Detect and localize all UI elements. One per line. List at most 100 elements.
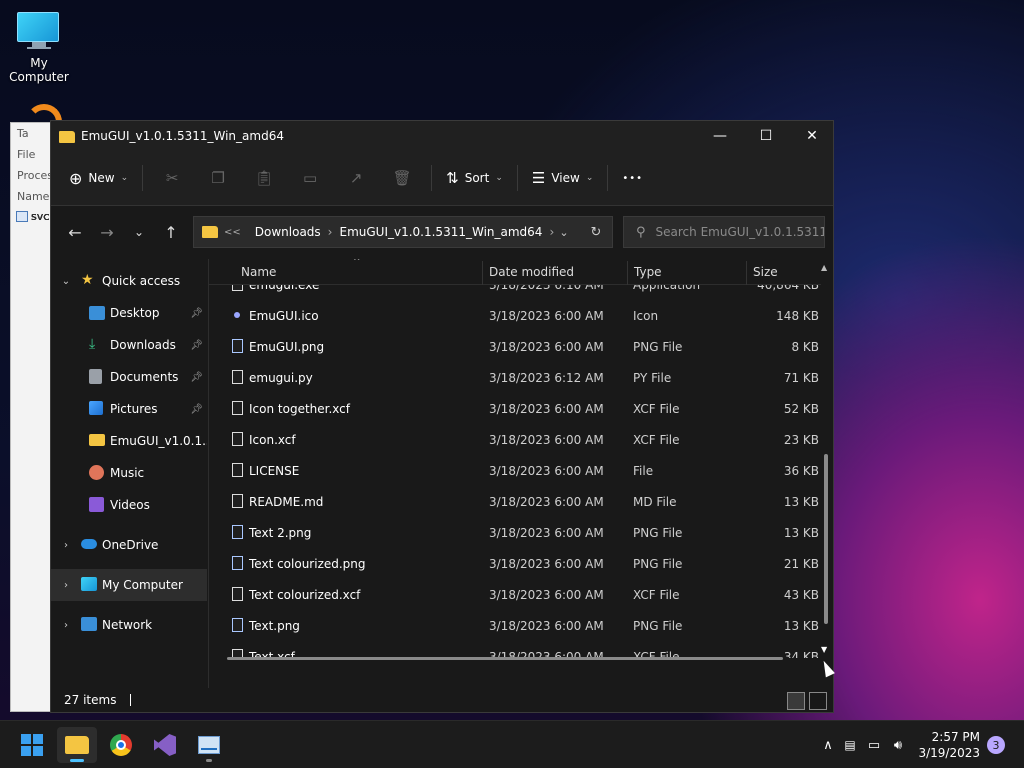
command-bar: ⊕ New ⌄ ✂ ❐ 📋︎ ▭ ↗ 🗑︎ ⇅ Sort ⌄ ☰ View ⌄ …	[51, 151, 833, 206]
address-overflow[interactable]: <<	[224, 227, 241, 238]
chevron-right-icon[interactable]: ›	[59, 580, 73, 591]
column-header-size[interactable]: Size	[753, 265, 778, 279]
volume-icon[interactable]: 🔊︎	[886, 738, 910, 753]
address-dropdown-icon[interactable]: ⌄	[548, 226, 580, 239]
sort-button[interactable]: ⇅ Sort ⌄	[438, 161, 511, 195]
network-status-icon[interactable]: ▭	[862, 738, 886, 753]
file-date: 3/18/2023 6:00 AM	[489, 464, 604, 478]
chevron-right-icon[interactable]: ›	[59, 540, 73, 551]
recent-chevron-icon[interactable]: ⌄	[123, 216, 155, 248]
breadcrumb-downloads[interactable]: Downloads	[255, 225, 321, 239]
refresh-icon[interactable]: ↻	[580, 225, 612, 240]
forward-arrow-icon[interactable]: →	[91, 216, 123, 248]
delete-icon[interactable]: 🗑︎	[387, 163, 417, 193]
scroll-up-icon[interactable]: ▲	[821, 263, 827, 272]
nav-item-my-computer[interactable]: › My Computer	[51, 569, 207, 601]
copy-icon[interactable]: ❐	[203, 163, 233, 193]
taskbar-chrome[interactable]	[101, 727, 141, 763]
close-button[interactable]: ✕	[789, 121, 835, 151]
icon-file-icon	[234, 312, 240, 318]
clock[interactable]: 2:57 PM 3/19/2023	[918, 729, 980, 761]
file-row[interactable]: EmuGUI.ico 3/18/2023 6:00 AM Icon 148 KB	[209, 301, 821, 332]
large-icons-view-icon[interactable]	[809, 692, 827, 710]
nav-quick-access[interactable]: ⌄ ★ Quick access	[51, 265, 207, 297]
breadcrumb-chevron-icon[interactable]: ›	[328, 225, 333, 239]
nav-item-desktop[interactable]: Desktop 📌︎	[51, 297, 207, 329]
visual-studio-icon	[154, 734, 176, 756]
chevron-down-icon[interactable]: ⌄	[59, 276, 73, 287]
scroll-down-icon[interactable]: ▼	[821, 645, 827, 654]
up-arrow-icon[interactable]: ↑	[155, 216, 187, 248]
nav-label: OneDrive	[102, 538, 159, 552]
file-row[interactable]: README.md 3/18/2023 6:00 AM MD File 13 KB	[209, 487, 821, 518]
file-row[interactable]: emugui.exe 3/18/2023 6:10 AM Application 40…	[209, 285, 821, 301]
nav-item-pictures[interactable]: Pictures 📌︎	[51, 393, 207, 425]
back-arrow-icon[interactable]: ←	[59, 216, 91, 248]
videos-icon	[89, 497, 104, 512]
file-row[interactable]: LICENSE 3/18/2023 6:00 AM File 36 KB	[209, 456, 821, 487]
keyboard-icon[interactable]: ▤	[838, 738, 862, 752]
nav-label: Network	[102, 618, 153, 632]
nav-item-documents[interactable]: Documents 📌︎	[51, 361, 207, 393]
breadcrumb-current-folder[interactable]: EmuGUI_v1.0.1.5311_Win_amd64	[339, 225, 542, 239]
chevron-right-icon[interactable]: ›	[59, 620, 73, 631]
details-view-icon[interactable]	[787, 692, 805, 710]
bg-process-name: svc	[31, 210, 50, 223]
file-row[interactable]: Text.xcf 3/18/2023 6:00 AM XCF File 34 KB	[209, 642, 821, 658]
new-button[interactable]: ⊕ New ⌄	[61, 161, 136, 195]
minimize-button[interactable]: —	[697, 121, 743, 151]
address-bar-row: ← → ⌄ ↑ << Downloads › EmuGUI_v1.0.1.531…	[51, 206, 833, 258]
notification-badge[interactable]: 3	[987, 736, 1005, 754]
file-row[interactable]: Text colourized.png 3/18/2023 6:00 AM PNG …	[209, 549, 821, 580]
file-row[interactable]: Text.png 3/18/2023 6:00 AM PNG File 13 KB	[209, 611, 821, 642]
navigation-pane: ⌄ ★ Quick access Desktop 📌︎ ⤓ Downloads …	[51, 259, 209, 688]
file-icon	[232, 401, 243, 415]
plus-circle-icon: ⊕	[69, 168, 83, 188]
view-button[interactable]: ☰ View ⌄	[524, 161, 601, 195]
column-header-type[interactable]: Type	[634, 265, 662, 279]
show-hidden-icons-icon[interactable]: ∧	[818, 738, 838, 753]
file-row[interactable]: Icon.xcf 3/18/2023 6:00 AM XCF File 23 KB	[209, 425, 821, 456]
service-icon	[16, 211, 28, 222]
column-header-name[interactable]: Name	[241, 265, 276, 279]
pin-icon: 📌︎	[190, 371, 203, 383]
music-icon	[89, 465, 104, 480]
taskbar-visual-studio[interactable]	[145, 727, 185, 763]
file-row[interactable]: Icon together.xcf 3/18/2023 6:00 AM XCF Fi…	[209, 394, 821, 425]
nav-item-downloads[interactable]: ⤓ Downloads 📌︎	[51, 329, 207, 361]
vertical-scrollbar[interactable]: ▲ ▼	[821, 259, 831, 658]
address-bar[interactable]: << Downloads › EmuGUI_v1.0.1.5311_Win_am…	[193, 216, 613, 248]
scrollbar-thumb[interactable]	[824, 454, 828, 624]
nav-item-network[interactable]: › Network	[51, 609, 207, 641]
nav-item-emugui-folder[interactable]: EmuGUI_v1.0.1.531	[51, 425, 207, 457]
share-icon[interactable]: ↗	[341, 163, 371, 193]
cut-icon[interactable]: ✂	[157, 163, 187, 193]
file-size: 13 KB	[783, 495, 819, 509]
file-row[interactable]: Text colourized.xcf 3/18/2023 6:00 AM XCF …	[209, 580, 821, 611]
nav-item-music[interactable]: Music	[51, 457, 207, 489]
desktop-icon-my-computer[interactable]: My Computer	[0, 8, 78, 84]
search-input[interactable]: ⚲ Search EmuGUI_v1.0.1.5311_...	[623, 216, 825, 248]
nav-item-videos[interactable]: Videos	[51, 489, 207, 521]
taskbar-file-explorer[interactable]	[57, 727, 97, 763]
file-row[interactable]: EmuGUI.png 3/18/2023 6:00 AM PNG File 8 KB	[209, 332, 821, 363]
start-button[interactable]	[12, 727, 52, 763]
computer-icon	[81, 577, 97, 591]
file-row[interactable]: emugui.py 3/18/2023 6:12 AM PY File 71 KB	[209, 363, 821, 394]
maximize-button[interactable]: ☐	[743, 121, 789, 151]
nav-item-onedrive[interactable]: › OneDrive	[51, 529, 207, 561]
more-button[interactable]: •••	[614, 161, 651, 195]
taskbar-task-manager[interactable]	[189, 727, 229, 763]
paste-icon[interactable]: 📋︎	[249, 163, 279, 193]
file-row[interactable]: Text 2.png 3/18/2023 6:00 AM PNG File 13 KB	[209, 518, 821, 549]
file-list: Name ^ Date modified Type Size emugui.ex…	[209, 259, 833, 688]
file-size: 71 KB	[783, 371, 819, 385]
horizontal-scrollbar[interactable]	[227, 657, 783, 660]
file-icon	[232, 494, 243, 508]
rename-icon[interactable]: ▭	[295, 163, 325, 193]
file-type: PNG File	[633, 557, 683, 571]
file-date: 3/18/2023 6:00 AM	[489, 309, 604, 323]
file-name: EmuGUI.png	[249, 340, 325, 354]
title-bar[interactable]: EmuGUI_v1.0.1.5311_Win_amd64 — ☐ ✕	[51, 121, 833, 151]
column-header-date[interactable]: Date modified	[489, 265, 574, 279]
